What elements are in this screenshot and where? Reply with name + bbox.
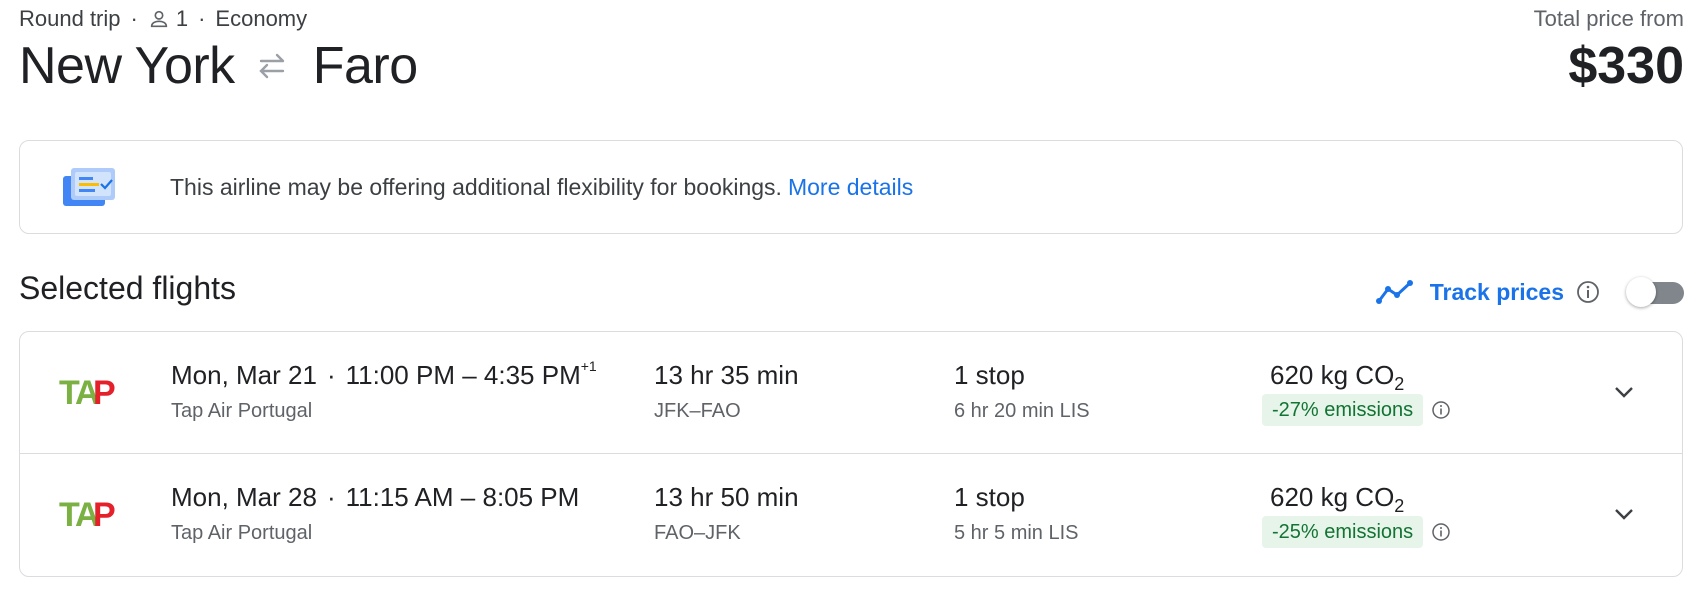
co2-value: 620 kg CO — [1270, 482, 1395, 512]
separator-dot: · — [326, 482, 336, 512]
toggle-knob — [1626, 277, 1656, 307]
flight-date: Mon, Mar 28 — [171, 482, 317, 512]
trip-summary: Round trip · 1 · Economy — [19, 6, 307, 32]
origin-city: New York — [19, 37, 235, 95]
emissions-badge: -25% emissions — [1262, 516, 1424, 548]
layover-info: 6 hr 20 min LIS — [954, 400, 1090, 422]
route-title: New York Faro — [19, 36, 418, 96]
track-prices: Track prices — [1375, 272, 1684, 312]
flight-route: JFK–FAO — [654, 400, 741, 422]
flexibility-banner: This airline may be offering additional … — [19, 140, 1683, 234]
separator-dot: · — [198, 6, 206, 31]
flight-row[interactable]: T A P Mon, Mar 21 · 11:00 PM – 4:35 PM+1 T… — [20, 332, 1682, 454]
info-icon[interactable] — [1431, 400, 1451, 420]
co2-value: 620 kg CO — [1270, 360, 1395, 390]
price-label: Total price from — [1533, 6, 1684, 31]
day-offset: +1 — [580, 358, 597, 374]
expand-chevron-icon[interactable] — [1606, 496, 1642, 532]
track-prices-toggle[interactable] — [1626, 276, 1684, 308]
separator-dot: · — [130, 6, 138, 31]
flight-date: Mon, Mar 21 — [171, 360, 317, 390]
co2-subscript: 2 — [1394, 496, 1405, 516]
airline-name: Tap Air Portugal — [171, 400, 313, 422]
flight-duration: 13 hr 50 min — [654, 482, 799, 512]
total-price: $330 — [1568, 37, 1684, 95]
info-icon[interactable] — [1576, 280, 1600, 304]
more-details-link[interactable]: More details — [788, 174, 913, 200]
co2-amount: 620 kg CO2 — [1270, 482, 1405, 516]
round-trip-arrows-icon — [255, 49, 289, 83]
person-icon — [148, 8, 170, 30]
tap-logo-icon: T A P — [59, 494, 117, 534]
trip-type: Round trip — [19, 6, 121, 31]
flight-times: Mon, Mar 28 · 11:15 AM – 8:05 PM — [171, 482, 580, 512]
layover-info: 5 hr 5 min LIS — [954, 522, 1079, 544]
tap-logo-icon: T A P — [59, 372, 117, 412]
selected-flights-list: T A P Mon, Mar 21 · 11:00 PM – 4:35 PM+1 T… — [19, 331, 1683, 577]
destination-city: Faro — [312, 37, 418, 95]
arrive-time: 4:35 PM — [483, 360, 581, 390]
co2-amount: 620 kg CO2 — [1270, 360, 1405, 394]
arrive-time: 8:05 PM — [482, 482, 580, 512]
track-prices-label[interactable]: Track prices — [1430, 279, 1564, 306]
depart-time: 11:00 PM — [345, 360, 455, 390]
stop-count: 1 stop — [954, 360, 1025, 390]
flight-duration: 13 hr 35 min — [654, 360, 799, 390]
flight-times: Mon, Mar 21 · 11:00 PM – 4:35 PM+1 — [171, 358, 597, 390]
airline-name: Tap Air Portugal — [171, 522, 313, 544]
svg-text:P: P — [93, 374, 116, 412]
expand-chevron-icon[interactable] — [1606, 374, 1642, 410]
ticket-icon — [61, 164, 117, 210]
banner-text: This airline may be offering additional … — [170, 173, 782, 200]
flight-route: FAO–JFK — [654, 522, 741, 544]
depart-time: 11:15 AM — [345, 482, 454, 512]
stop-count: 1 stop — [954, 482, 1025, 512]
emissions-badge: -27% emissions — [1262, 394, 1424, 426]
trend-line-icon — [1375, 279, 1414, 305]
separator-dot: · — [326, 360, 336, 390]
co2-subscript: 2 — [1394, 374, 1405, 394]
flight-row[interactable]: T A P Mon, Mar 28 · 11:15 AM – 8:05 PM Tap… — [20, 454, 1682, 576]
info-icon[interactable] — [1431, 522, 1451, 542]
cabin-class: Economy — [215, 6, 308, 31]
passenger-count: 1 — [175, 6, 189, 31]
svg-text:P: P — [93, 496, 116, 534]
section-title: Selected flights — [19, 270, 237, 306]
banner-message: This airline may be offering additional … — [170, 174, 913, 201]
